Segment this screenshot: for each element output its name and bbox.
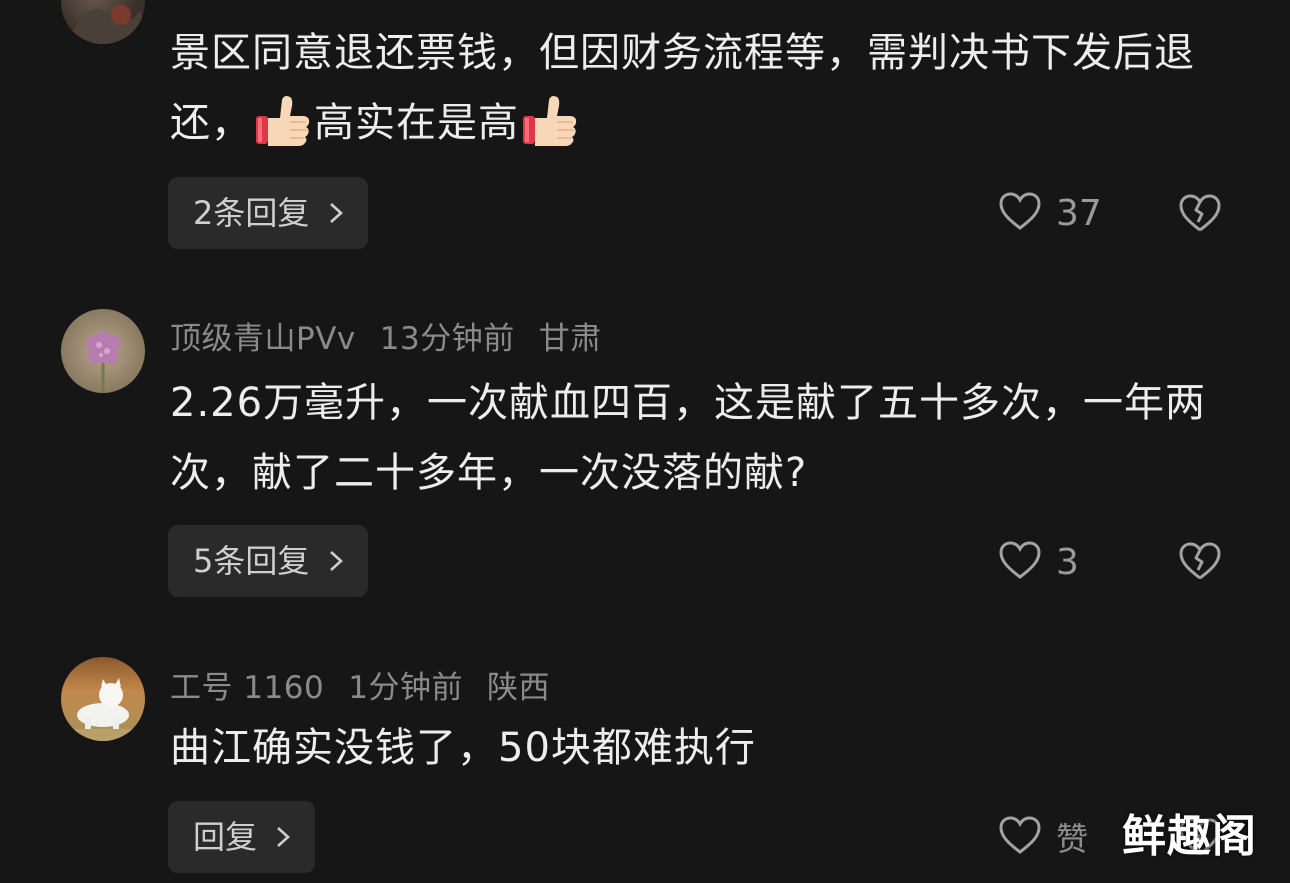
heart-outline-icon	[998, 815, 1042, 859]
like-button[interactable]: 3	[998, 537, 1079, 587]
thumbs-up-emoji	[254, 92, 312, 150]
thumbs-up-emoji	[521, 92, 579, 150]
reply-button[interactable]: 回复	[168, 801, 316, 873]
username[interactable]: 工号 1160	[170, 670, 324, 706]
comment-meta: 工号 1160 1分钟前 陕西	[170, 662, 574, 707]
broken-heart-icon	[1179, 194, 1221, 232]
like-count: 3	[1056, 541, 1079, 583]
comment-text: 2.26万毫升，一次献血四百，这是献了五十多次，一年两次，献了二十多年，一次没落…	[170, 380, 1207, 496]
chevron-right-icon	[265, 818, 291, 856]
view-replies-button[interactable]: 5条回复	[168, 525, 368, 597]
comment-location: 陕西	[486, 670, 550, 706]
view-replies-button[interactable]: 2条回复	[168, 177, 368, 249]
broken-heart-icon	[1179, 542, 1221, 580]
comment-meta: 顶级青山PVv 13分钟前 甘肃	[170, 313, 626, 358]
like-count: 37	[1056, 192, 1102, 234]
watermark: 鲜趣阁	[1122, 811, 1257, 862]
comment-location: 甘肃	[538, 321, 602, 357]
dislike-button[interactable]	[1178, 540, 1222, 584]
username[interactable]: 顶级青山PVv	[170, 321, 356, 357]
comment-text: 景区同意退还票钱，但因财务流程等，需判决书下发后退还， 高实在是高	[170, 18, 1230, 158]
like-label: 赞	[1056, 820, 1089, 858]
comment-time: 13分钟前	[379, 321, 515, 357]
chevron-right-icon	[317, 194, 343, 232]
like-button[interactable]: 赞	[998, 812, 1088, 862]
avatar[interactable]	[61, 0, 145, 44]
dislike-button[interactable]	[1178, 192, 1222, 236]
heart-outline-icon	[998, 191, 1042, 235]
avatar[interactable]	[61, 657, 145, 741]
like-button[interactable]: 37	[998, 188, 1102, 238]
comment-time: 1分钟前	[348, 670, 463, 706]
chevron-right-icon	[317, 542, 343, 580]
comment-text: 曲江确实没钱了，50块都难执行	[170, 725, 756, 771]
heart-outline-icon	[998, 540, 1042, 584]
avatar[interactable]	[61, 309, 145, 393]
